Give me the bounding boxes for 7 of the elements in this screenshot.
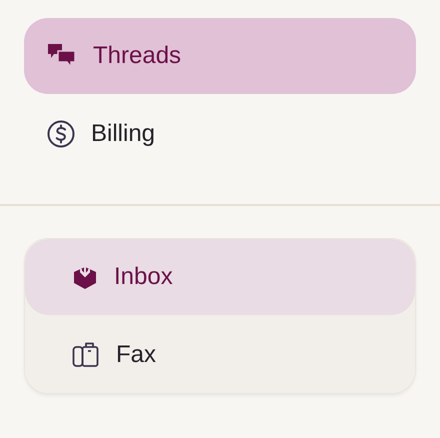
dollar-circle-icon	[47, 120, 75, 148]
nav-item[interactable]: Billing	[24, 96, 416, 172]
nav-item[interactable]: Threads	[24, 18, 416, 94]
fax-machine-icon	[72, 342, 100, 368]
box-download-icon	[72, 264, 98, 290]
nav-item[interactable]: Inbox	[25, 239, 415, 315]
nav-item[interactable]: Fax	[25, 317, 415, 393]
